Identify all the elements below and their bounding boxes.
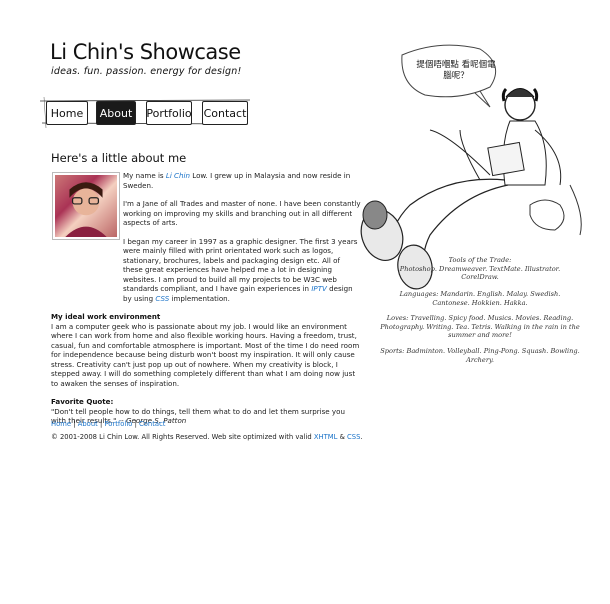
css-link[interactable]: CSS [155,294,169,303]
languages-note: Languages: Mandarin. English. Malay. Swe… [399,290,561,307]
sports-note: Sports: Badminton. Volleyball. Ping-Pong… [380,347,580,364]
footer-links: Home | About | Portfolio | Contact [51,420,166,428]
nav-about[interactable]: About [96,101,136,125]
nav-contact[interactable]: Contact [202,101,248,125]
ideal-environment-text: I am a computer geek who is passionate a… [51,321,360,388]
loves-note: Loves: Travelling. Spicy food. Musics. M… [380,314,580,340]
footer-link-contact[interactable]: Contact [139,420,165,428]
name-link[interactable]: Li Chin [166,171,190,180]
site-title: Li Chin's Showcase [50,40,241,64]
speech-bubble-text: 提個唔嗰點 看呢個電腦呢？ [416,60,496,81]
nav-home[interactable]: Home [46,101,88,125]
about-content: My name is Li Chin Low. I grew up in Mal… [51,171,361,435]
about-heading: Here's a little about me [51,151,187,165]
intro-paragraph: My name is Li Chin Low. I grew up in Mal… [123,171,351,190]
css-validator-link[interactable]: CSS [347,433,360,441]
tools-note: Tools of the Trade: Photoshop. Dreamweav… [399,256,561,282]
nav-portfolio[interactable]: Portfolio [146,101,192,125]
iptv-link[interactable]: IPTV [311,284,327,293]
site-tagline: ideas. fun. passion. energy for design! [51,66,242,77]
ideal-environment-heading: My ideal work environment [51,312,161,321]
career-paragraph: I began my career in 1997 as a graphic d… [123,236,358,303]
footer-link-home[interactable]: Home [51,420,71,428]
footer-link-portfolio[interactable]: Portfolio [104,420,132,428]
jack-of-trades-paragraph: I'm a Jane of all Trades and master of n… [123,199,361,227]
xhtml-link[interactable]: XHTML [314,433,338,441]
copyright: © 2001-2008 Li Chin Low. All Rights Rese… [51,433,363,441]
footer-link-about[interactable]: About [78,420,98,428]
quote-heading: Favorite Quote: [51,397,114,406]
